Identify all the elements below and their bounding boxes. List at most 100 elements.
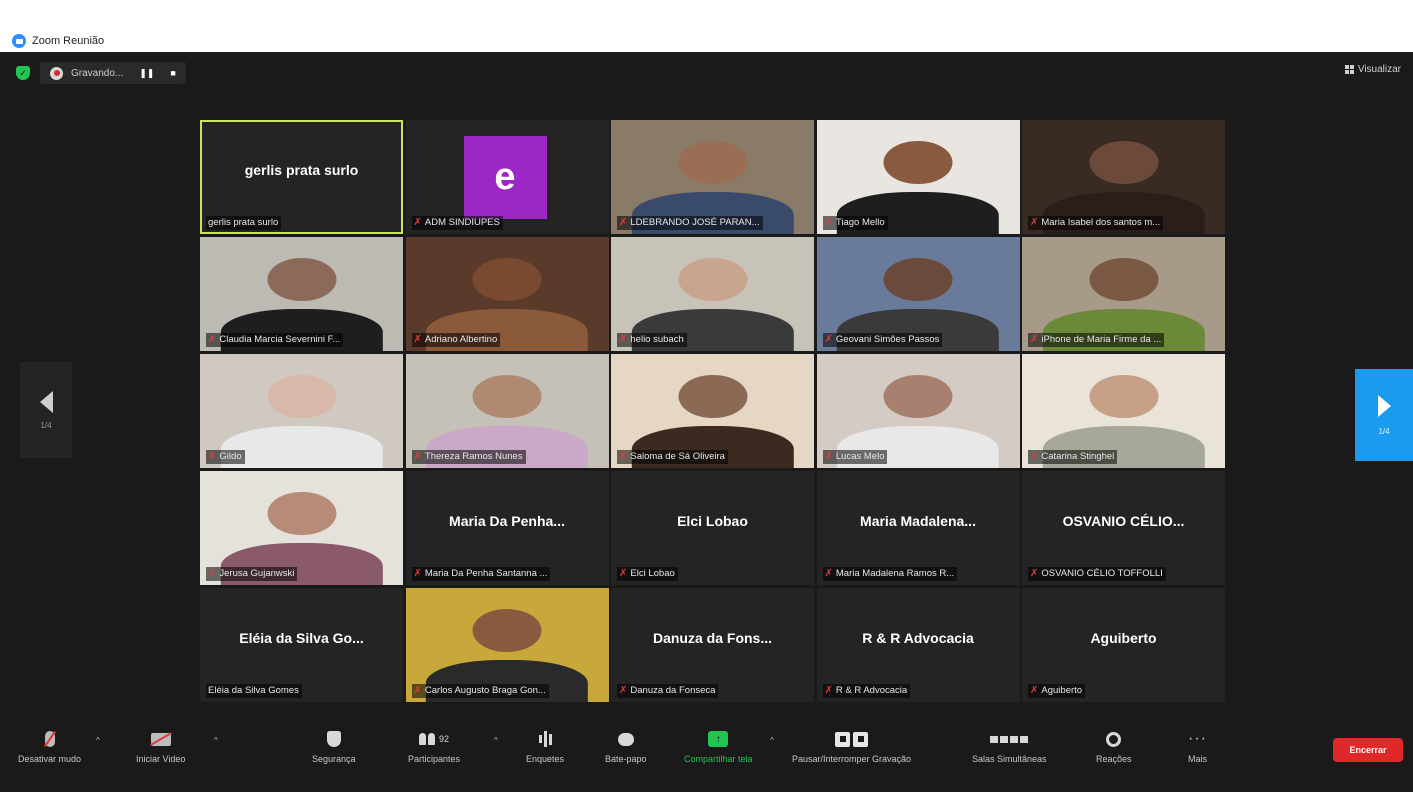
participant-name-text: gerlis prata surlo <box>208 217 279 228</box>
participant-tile[interactable]: ✗ Adriano Albertino <box>405 237 609 351</box>
meeting-window: ✓ Gravando... ❚❚ ■ Visualizar 1/4 1/4 ge… <box>0 52 1413 792</box>
reactions-button[interactable]: Reações <box>1096 730 1132 764</box>
muted-mic-icon: ✗ <box>413 568 422 579</box>
participant-tile[interactable]: OSVANIO CÉLIO... ✗ OSVANIO CÉLIO TOFFOLLI <box>1022 471 1225 585</box>
participant-name-label: ✗ helio subach <box>617 333 687 347</box>
participants-options-caret-icon[interactable]: ^ <box>494 736 498 745</box>
start-video-button[interactable]: Iniciar Video <box>136 730 185 764</box>
participants-count: 92 <box>439 734 450 744</box>
participant-name-text: Tiago Mello <box>835 217 885 228</box>
stop-recording-icon[interactable]: ■ <box>170 68 175 78</box>
participant-tile[interactable]: e ✗ ADM SINDIUPES <box>405 120 609 234</box>
participant-tile[interactable]: ✗ LDEBRANDO JOSÉ PARAN... <box>611 120 814 234</box>
participants-label: Participantes <box>408 754 461 764</box>
end-meeting-button[interactable]: Encerrar <box>1333 738 1403 762</box>
muted-mic-icon: ✗ <box>1030 685 1039 696</box>
pause-stop-recording-icon <box>835 730 869 748</box>
participant-name-label: Eléia da Silva Gomes <box>206 684 302 698</box>
share-screen-arrow-icon: ↑ <box>708 731 729 747</box>
participant-name-label: ✗ iPhone de Maria Firme da ... <box>1028 333 1165 347</box>
participant-name-label: ✗ Maria Da Penha Santanna ... <box>411 567 551 581</box>
participant-tile[interactable]: Aguiberto ✗ Aguiberto <box>1022 588 1225 702</box>
participant-tile[interactable]: Eléia da Silva Go... Eléia da Silva Gomes <box>200 588 403 702</box>
participants-button[interactable]: 92 Participantes <box>408 730 460 764</box>
share-options-caret-icon[interactable]: ^ <box>770 736 774 745</box>
participant-name-label: ✗ Catarina Stinghel <box>1028 450 1118 464</box>
muted-mic-icon: ✗ <box>1030 568 1039 579</box>
view-button[interactable]: Visualizar <box>1344 64 1401 75</box>
security-label: Segurança <box>312 754 356 764</box>
participant-tile[interactable]: Danuza da Fons... ✗ Danuza da Fonseca <box>611 588 814 702</box>
previous-page-button[interactable]: 1/4 <box>20 362 72 458</box>
window-title: Zoom Reunião <box>32 35 105 47</box>
share-screen-button[interactable]: ↑ Compartilhar tela <box>684 730 753 764</box>
participant-tile[interactable]: ✗ Jerusa Gujanwski <box>200 471 403 585</box>
video-options-caret-icon[interactable]: ^ <box>214 736 218 745</box>
participant-tile[interactable]: ✗ Carlos Augusto Braga Gon... <box>405 588 609 702</box>
participant-tile[interactable]: Elci Lobao ✗ Elci Lobao <box>611 471 814 585</box>
participant-tile[interactable]: gerlis prata surlo gerlis prata surlo <box>200 120 403 234</box>
unmute-button[interactable]: Desativar mudo <box>18 730 81 764</box>
participant-name-label: ✗ Adriano Albertino <box>411 333 501 347</box>
participant-name-text: Aguiberto <box>1041 685 1083 696</box>
participant-tile[interactable]: ✗ Saloma de Sá Oliveira <box>611 354 814 468</box>
participant-name-label: ✗ Lucas Melo <box>822 450 888 464</box>
zoom-logo-icon <box>12 34 26 48</box>
participant-tile[interactable]: ✗ helio subach <box>611 237 814 351</box>
participant-tile[interactable]: ✗ Catarina Stinghel <box>1022 354 1225 468</box>
participant-tile[interactable]: ✗ Claudia Marcia Severnini F... <box>200 237 403 351</box>
recording-status-text: Gravando... <box>71 67 124 79</box>
pause-stop-recording-button[interactable]: Pausar/Interromper Gravação <box>792 730 911 764</box>
participant-name-text: Adriano Albertino <box>424 334 498 345</box>
chevron-right-icon <box>1377 394 1391 417</box>
security-button[interactable]: Segurança <box>312 730 356 764</box>
more-label: Mais <box>1188 754 1208 764</box>
breakout-rooms-label: Salas Simultâneas <box>972 754 1047 764</box>
polls-button[interactable]: Enquetes <box>526 730 564 764</box>
participant-display-name: Danuza da Fons... <box>652 630 772 646</box>
participant-name-text: Eléia da Silva Gomes <box>208 685 299 696</box>
participant-name-label: ✗ Danuza da Fonseca <box>617 684 719 698</box>
muted-mic-icon: ✗ <box>413 451 422 462</box>
participant-tile[interactable]: ✗ iPhone de Maria Firme da ... <box>1022 237 1225 351</box>
participant-display-name: Aguiberto <box>1090 630 1157 646</box>
pause-recording-icon[interactable]: ❚❚ <box>139 68 154 79</box>
pause-stop-recording-label: Pausar/Interromper Gravação <box>792 754 912 764</box>
participant-name-text: R & R Advocacia <box>835 685 908 696</box>
participant-name-text: ADM SINDIUPES <box>424 217 500 228</box>
participant-name-text: Lucas Melo <box>835 451 885 462</box>
breakout-rooms-button[interactable]: Salas Simultâneas <box>972 730 1047 764</box>
page-indicator-left: 1/4 <box>40 420 52 430</box>
participant-tile[interactable]: Maria Da Penha... ✗ Maria Da Penha Santann… <box>405 471 609 585</box>
chat-button[interactable]: Bate-papo <box>605 730 647 764</box>
more-button[interactable]: ··· Mais <box>1188 730 1208 765</box>
participant-tile[interactable]: R & R Advocacia ✗ R & R Advocacia <box>816 588 1020 702</box>
participant-name-text: Thereza Ramos Nunes <box>424 451 523 462</box>
chat-label: Bate-papo <box>605 754 647 764</box>
encryption-shield-icon[interactable]: ✓ <box>16 66 30 80</box>
next-page-button[interactable]: 1/4 <box>1355 369 1413 461</box>
participant-tile[interactable]: ✗ Gildo <box>200 354 403 468</box>
polls-bar-chart-icon <box>538 730 552 748</box>
participant-tile[interactable]: ✗ Geovani Simões Passos <box>816 237 1020 351</box>
reactions-label: Reações <box>1096 754 1132 764</box>
breakout-rooms-icon <box>990 730 1029 748</box>
participant-name-label: ✗ Aguiberto <box>1028 684 1086 698</box>
muted-mic-icon: ✗ <box>619 451 628 462</box>
page-indicator-right: 1/4 <box>1378 426 1390 436</box>
participant-tile[interactable]: ✗ Maria Isabel dos santos m... <box>1022 120 1225 234</box>
muted-mic-icon: ✗ <box>824 568 833 579</box>
muted-mic-icon: ✗ <box>413 685 422 696</box>
audio-options-caret-icon[interactable]: ^ <box>96 736 100 745</box>
participant-tile[interactable]: ✗ Tiago Mello <box>816 120 1020 234</box>
camera-off-icon <box>150 732 171 746</box>
microphone-muted-icon <box>44 731 55 747</box>
recording-dot-icon <box>50 66 63 80</box>
participant-tile[interactable]: ✗ Lucas Melo <box>816 354 1020 468</box>
participant-tile[interactable]: Maria Madalena... ✗ Maria Madalena Ramos R… <box>816 471 1020 585</box>
participant-name-label: ✗ Claudia Marcia Severnini F... <box>206 333 344 347</box>
participant-tile[interactable]: ✗ Thereza Ramos Nunes <box>405 354 609 468</box>
participant-name-text: iPhone de Maria Firme da ... <box>1041 334 1162 345</box>
muted-mic-icon: ✗ <box>619 568 628 579</box>
participant-name-label: ✗ Thereza Ramos Nunes <box>411 450 526 464</box>
